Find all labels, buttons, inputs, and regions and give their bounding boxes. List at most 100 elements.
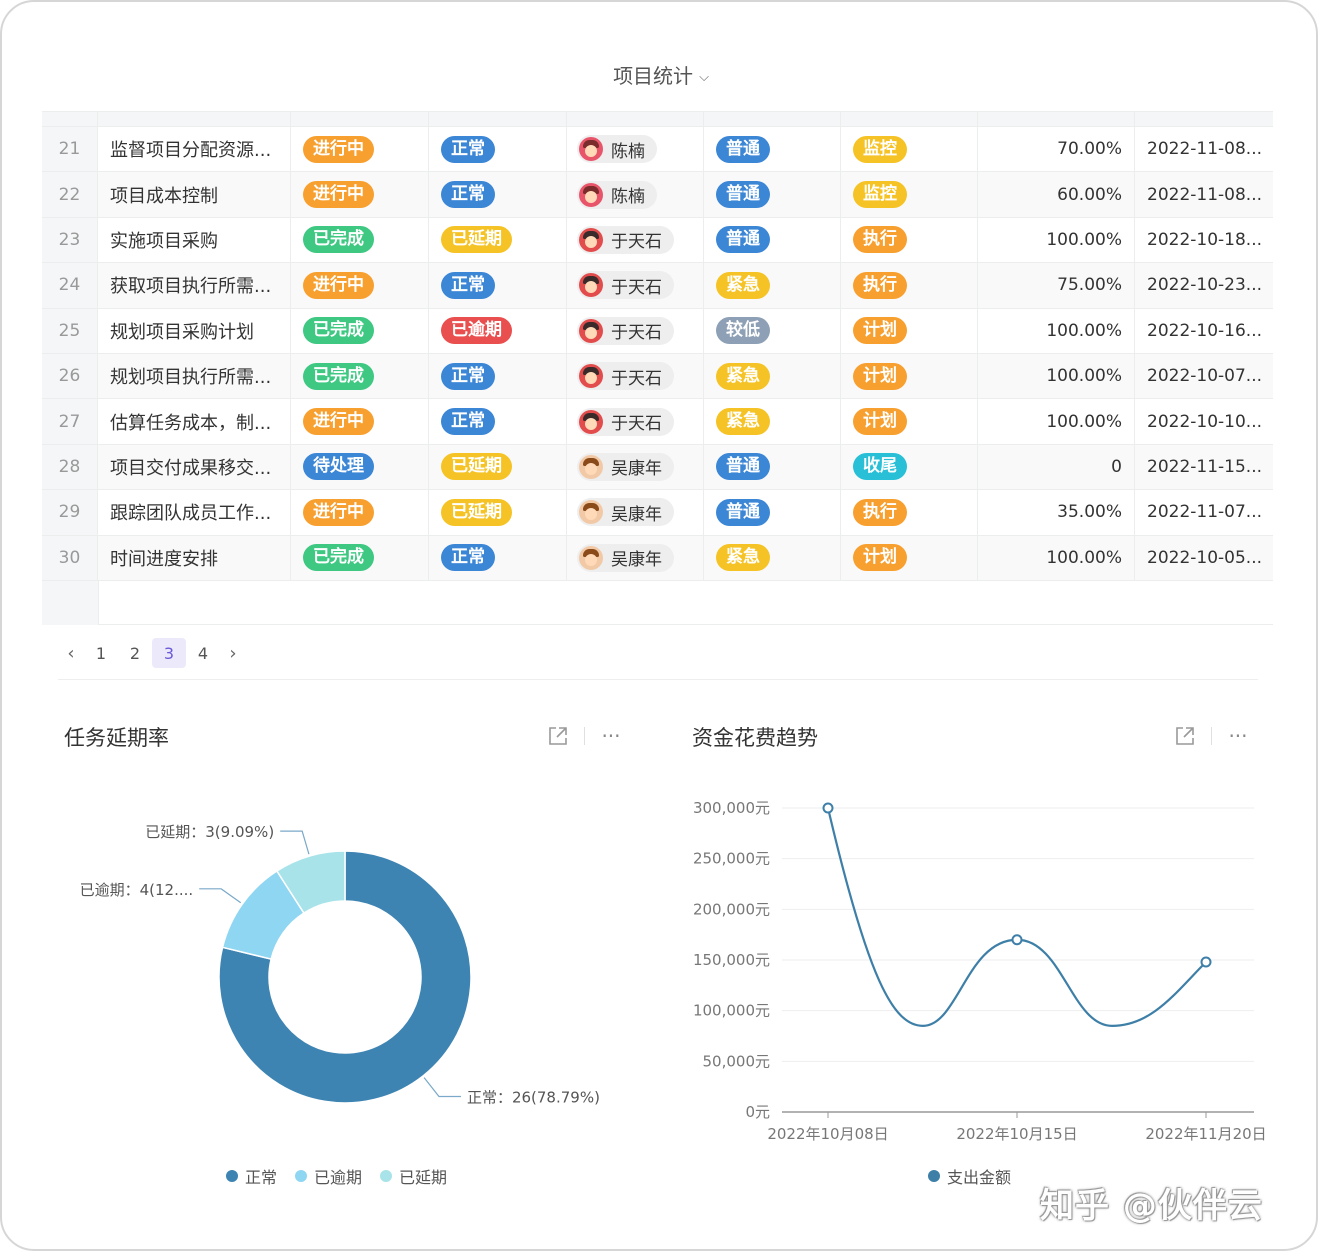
owner-cell[interactable]: 于天石 bbox=[567, 308, 704, 353]
table-row[interactable]: 28 项目交付成果移交... 待处理 已延期 吴康年 普通 收尾 0 2022-11-15... bbox=[42, 444, 1273, 491]
phase-cell[interactable]: 执行 bbox=[841, 263, 978, 308]
status-cell[interactable]: 已完成 bbox=[291, 308, 429, 353]
progress-cell[interactable]: 70.00% bbox=[978, 127, 1135, 172]
task-name-cell[interactable]: 项目交付成果移交... bbox=[98, 444, 291, 490]
priority-cell[interactable]: 紧急 bbox=[704, 263, 841, 308]
health-cell[interactable]: 已延期 bbox=[429, 217, 567, 263]
phase-cell[interactable]: 计划 bbox=[841, 308, 978, 353]
health-cell[interactable]: 正常 bbox=[429, 263, 567, 308]
progress-cell[interactable]: 35.00% bbox=[978, 490, 1135, 535]
status-cell[interactable]: 已完成 bbox=[291, 217, 429, 263]
progress-cell[interactable]: 100.00% bbox=[978, 399, 1135, 444]
task-name-cell[interactable]: 规划项目采购计划 bbox=[98, 308, 291, 353]
health-cell[interactable]: 已逾期 bbox=[429, 308, 567, 353]
priority-cell[interactable]: 较低 bbox=[704, 308, 841, 353]
priority-cell[interactable]: 紧急 bbox=[704, 399, 841, 444]
progress-cell[interactable]: 60.00% bbox=[978, 172, 1135, 217]
status-cell[interactable]: 进行中 bbox=[291, 127, 429, 172]
date-cell[interactable]: 2022-11-08... bbox=[1135, 172, 1273, 216]
phase-cell[interactable]: 执行 bbox=[841, 217, 978, 263]
task-name-cell[interactable]: 监督项目分配资源... bbox=[98, 127, 291, 172]
table-row[interactable]: 30 时间进度安排 已完成 正常 吴康年 紧急 计划 100.00% 2022-10-05... bbox=[42, 535, 1273, 581]
page-button-2[interactable]: 2 bbox=[118, 638, 152, 668]
owner-chip[interactable]: 陈楠 bbox=[577, 135, 657, 164]
owner-cell[interactable]: 于天石 bbox=[567, 217, 704, 263]
page-button-3-current[interactable]: 3 bbox=[152, 638, 186, 668]
table-row[interactable]: 26 规划项目执行所需... 已完成 正常 于天石 紧急 计划 100.00% 2022-10-… bbox=[42, 353, 1273, 400]
owner-chip[interactable]: 吴康年 bbox=[577, 452, 674, 481]
task-name-cell[interactable]: 跟踪团队成员工作... bbox=[98, 490, 291, 535]
task-name-cell[interactable]: 时间进度安排 bbox=[98, 535, 291, 580]
date-cell[interactable]: 2022-11-15... bbox=[1135, 445, 1273, 489]
external-link-icon[interactable] bbox=[1173, 724, 1197, 748]
priority-cell[interactable]: 普通 bbox=[704, 217, 841, 263]
progress-cell[interactable]: 100.00% bbox=[978, 308, 1135, 353]
health-cell[interactable]: 已延期 bbox=[429, 444, 567, 490]
status-cell[interactable]: 进行中 bbox=[291, 172, 429, 217]
owner-chip[interactable]: 于天石 bbox=[577, 271, 674, 300]
health-cell[interactable]: 正常 bbox=[429, 353, 567, 399]
task-name-cell[interactable]: 估算任务成本，制... bbox=[98, 399, 291, 444]
health-cell[interactable]: 正常 bbox=[429, 172, 567, 217]
owner-chip[interactable]: 于天石 bbox=[577, 225, 674, 254]
table-row[interactable]: 27 估算任务成本，制... 进行中 正常 于天石 紧急 计划 100.00% 2022-10-… bbox=[42, 399, 1273, 445]
date-cell[interactable]: 2022-10-16... bbox=[1135, 309, 1273, 353]
task-name-cell[interactable]: 规划项目执行所需... bbox=[98, 353, 291, 399]
priority-cell[interactable]: 紧急 bbox=[704, 353, 841, 399]
status-cell[interactable]: 进行中 bbox=[291, 399, 429, 444]
table-row[interactable]: 25 规划项目采购计划 已完成 已逾期 于天石 较低 计划 100.00% 2022-10-16… bbox=[42, 308, 1273, 354]
phase-cell[interactable]: 计划 bbox=[841, 535, 978, 580]
status-cell[interactable]: 进行中 bbox=[291, 263, 429, 308]
owner-cell[interactable]: 吴康年 bbox=[567, 444, 704, 490]
owner-chip[interactable]: 吴康年 bbox=[577, 498, 674, 527]
table-row[interactable]: 23 实施项目采购 已完成 已延期 于天石 普通 执行 100.00% 2022-10-18..… bbox=[42, 217, 1273, 264]
page-button-4[interactable]: 4 bbox=[186, 638, 220, 668]
task-name-cell[interactable]: 项目成本控制 bbox=[98, 172, 291, 217]
priority-cell[interactable]: 紧急 bbox=[704, 535, 841, 580]
health-cell[interactable]: 已延期 bbox=[429, 490, 567, 535]
health-cell[interactable]: 正常 bbox=[429, 535, 567, 580]
phase-cell[interactable]: 监控 bbox=[841, 127, 978, 172]
priority-cell[interactable]: 普通 bbox=[704, 172, 841, 217]
table-row[interactable]: 24 获取项目执行所需... 进行中 正常 于天石 紧急 执行 75.00% 2022-10-2… bbox=[42, 263, 1273, 309]
date-cell[interactable]: 2022-10-05... bbox=[1135, 536, 1273, 580]
phase-cell[interactable]: 计划 bbox=[841, 399, 978, 444]
date-cell[interactable]: 2022-11-08... bbox=[1135, 127, 1273, 171]
phase-cell[interactable]: 执行 bbox=[841, 490, 978, 535]
owner-cell[interactable]: 陈楠 bbox=[567, 127, 704, 172]
table-row[interactable]: 22 项目成本控制 进行中 正常 陈楠 普通 监控 60.00% 2022-11-08... bbox=[42, 172, 1273, 218]
page-button-1[interactable]: 1 bbox=[84, 638, 118, 668]
date-cell[interactable]: 2022-11-07... bbox=[1135, 490, 1273, 534]
legend-item-delayed[interactable]: 已延期 bbox=[380, 1164, 447, 1188]
status-cell[interactable]: 已完成 bbox=[291, 535, 429, 580]
owner-cell[interactable]: 吴康年 bbox=[567, 535, 704, 580]
owner-cell[interactable]: 陈楠 bbox=[567, 172, 704, 217]
page-title-dropdown[interactable]: 项目统计 ⌵ bbox=[2, 60, 1316, 89]
progress-cell[interactable]: 75.00% bbox=[978, 263, 1135, 308]
owner-chip[interactable]: 吴康年 bbox=[577, 543, 674, 572]
legend-item-normal[interactable]: 正常 bbox=[226, 1164, 277, 1188]
progress-cell[interactable]: 100.00% bbox=[978, 217, 1135, 263]
owner-chip[interactable]: 于天石 bbox=[577, 407, 674, 436]
phase-cell[interactable]: 收尾 bbox=[841, 444, 978, 490]
status-cell[interactable]: 待处理 bbox=[291, 444, 429, 490]
external-link-icon[interactable] bbox=[546, 724, 570, 748]
table-row[interactable]: 29 跟踪团队成员工作... 进行中 已延期 吴康年 普通 执行 35.00% 2022-11-… bbox=[42, 490, 1273, 536]
more-icon[interactable]: ··· bbox=[599, 724, 623, 748]
date-cell[interactable]: 2022-10-18... bbox=[1135, 218, 1273, 262]
owner-chip[interactable]: 陈楠 bbox=[577, 180, 657, 209]
progress-cell[interactable]: 100.00% bbox=[978, 353, 1135, 399]
phase-cell[interactable]: 监控 bbox=[841, 172, 978, 217]
date-cell[interactable]: 2022-10-10... bbox=[1135, 399, 1273, 443]
owner-chip[interactable]: 于天石 bbox=[577, 362, 674, 391]
table-row[interactable]: 21 监督项目分配资源... 进行中 正常 陈楠 普通 监控 70.00% 2022-11-08… bbox=[42, 127, 1273, 173]
owner-cell[interactable]: 于天石 bbox=[567, 263, 704, 308]
task-name-cell[interactable]: 实施项目采购 bbox=[98, 217, 291, 263]
priority-cell[interactable]: 普通 bbox=[704, 444, 841, 490]
line-point-3[interactable] bbox=[1200, 956, 1212, 968]
phase-cell[interactable]: 计划 bbox=[841, 353, 978, 399]
date-cell[interactable]: 2022-10-23... bbox=[1135, 263, 1273, 307]
task-name-cell[interactable]: 获取项目执行所需... bbox=[98, 263, 291, 308]
prev-page-button[interactable]: ‹ bbox=[58, 638, 84, 668]
health-cell[interactable]: 正常 bbox=[429, 127, 567, 172]
